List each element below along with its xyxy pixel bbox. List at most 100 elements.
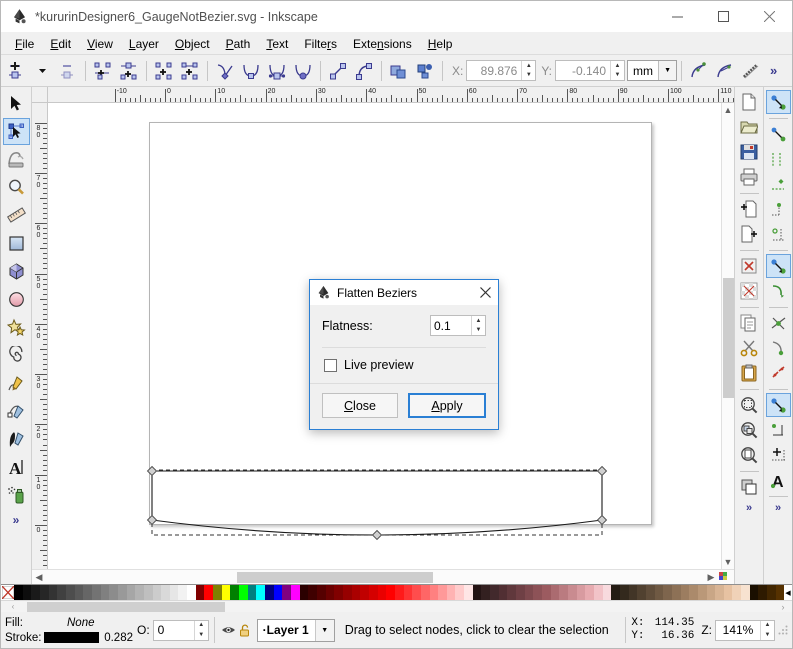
scroll-right-icon[interactable]: ▶ xyxy=(704,570,718,584)
x-spin-up[interactable]: ▲ xyxy=(522,61,535,71)
snap-object-centers-icon[interactable] xyxy=(766,418,791,442)
unlock-icon[interactable] xyxy=(237,623,254,637)
fill-row[interactable]: Fill: None xyxy=(5,615,133,630)
menu-path[interactable]: Path xyxy=(218,35,259,53)
palette-swatch[interactable] xyxy=(723,585,733,601)
opacity-input[interactable] xyxy=(153,620,194,640)
palette-swatch[interactable] xyxy=(360,585,369,601)
opacity-spinner[interactable]: ▲ ▼ xyxy=(193,620,208,640)
stroke-color-swatch[interactable] xyxy=(44,632,100,643)
palette-swatch[interactable] xyxy=(568,585,577,601)
y-spinner[interactable]: ▲ ▼ xyxy=(610,61,625,80)
snap-overflow-button[interactable]: » xyxy=(775,502,781,514)
zoom-drawing-icon[interactable] xyxy=(737,418,762,442)
palette-swatch[interactable] xyxy=(291,585,300,601)
vertical-scrollbar[interactable]: ▲ ▼ xyxy=(721,103,734,569)
palette-swatch[interactable] xyxy=(213,585,222,601)
fill-stroke-indicator[interactable]: Fill: None Stroke: 0.282 xyxy=(5,615,133,645)
new-document-icon[interactable] xyxy=(737,90,762,114)
palette-swatch[interactable] xyxy=(195,585,205,601)
menu-view[interactable]: View xyxy=(79,35,121,53)
palette-swatch[interactable] xyxy=(671,585,681,601)
undo-history-icon[interactable] xyxy=(737,254,762,278)
chevron-down-icon[interactable]: ▼ xyxy=(314,619,334,641)
palette-swatch[interactable] xyxy=(576,585,586,601)
spiral-tool[interactable] xyxy=(3,342,30,369)
palette-swatch[interactable] xyxy=(481,585,491,601)
palette-swatch[interactable] xyxy=(325,585,335,601)
palette-swatch[interactable] xyxy=(628,585,638,601)
maximize-button[interactable] xyxy=(700,1,746,33)
palette-swatch[interactable] xyxy=(256,585,266,601)
palette-swatch[interactable] xyxy=(273,585,283,601)
toolbox-overflow-button[interactable]: » xyxy=(13,513,20,527)
palette-swatch[interactable] xyxy=(126,585,136,601)
palette-swatch[interactable] xyxy=(758,585,768,601)
palette-swatch[interactable] xyxy=(446,585,456,601)
palette-swatch[interactable] xyxy=(230,585,240,601)
zoom-field[interactable]: ▲▼ xyxy=(715,619,775,641)
objects-panel-icon[interactable] xyxy=(737,475,762,499)
ellipse-tool[interactable] xyxy=(3,286,30,313)
enable-snapping-icon[interactable] xyxy=(765,90,791,114)
snap-bbox-corners-icon[interactable] xyxy=(766,172,791,196)
palette-swatch[interactable] xyxy=(394,585,404,601)
palette-swatch[interactable] xyxy=(524,585,534,601)
palette-swatch[interactable] xyxy=(741,585,750,601)
palette-swatch[interactable] xyxy=(645,585,655,601)
menu-file[interactable]: File xyxy=(7,35,42,53)
palette-swatch[interactable] xyxy=(65,585,75,601)
palette-swatch[interactable] xyxy=(455,585,465,601)
menu-object[interactable]: Object xyxy=(167,35,218,53)
flatten-beziers-dialog[interactable]: Flatten Beziers Flatness: ▲▼ Live previe… xyxy=(309,279,499,430)
palette-swatch[interactable] xyxy=(438,585,447,601)
menu-layer[interactable]: Layer xyxy=(121,35,167,53)
node-tool[interactable] xyxy=(2,118,30,145)
palette-scroll-left-icon[interactable]: ‹ xyxy=(1,601,25,613)
palette-swatch[interactable] xyxy=(247,585,257,601)
palette-swatch[interactable] xyxy=(507,585,517,601)
y-spin-up[interactable]: ▲ xyxy=(611,61,624,71)
palette-swatch[interactable] xyxy=(498,585,508,601)
resize-grip[interactable] xyxy=(778,624,790,636)
palette-swatch[interactable] xyxy=(715,585,724,601)
palette-swatch[interactable] xyxy=(516,585,525,601)
tweak-tool[interactable] xyxy=(3,146,30,173)
palette-swatch[interactable] xyxy=(697,585,707,601)
palette-swatch[interactable] xyxy=(706,585,716,601)
object-to-path-icon[interactable] xyxy=(386,58,412,84)
opacity-field[interactable]: ▲▼ xyxy=(152,619,209,641)
snap-paths-icon[interactable] xyxy=(766,279,791,303)
print-document-icon[interactable] xyxy=(737,165,762,189)
snap-text-baseline-icon[interactable]: A xyxy=(766,468,791,492)
zoom-spinner[interactable]: ▲ ▼ xyxy=(760,620,774,640)
cut-scissors-icon[interactable] xyxy=(737,336,762,360)
palette-swatch[interactable] xyxy=(48,585,58,601)
palette-swatch[interactable] xyxy=(351,585,361,601)
snap-cusp-nodes-icon[interactable] xyxy=(766,336,791,360)
star-tool[interactable] xyxy=(3,314,30,341)
snap-smooth-nodes-icon[interactable] xyxy=(766,361,791,385)
palette-swatch[interactable] xyxy=(654,585,664,601)
palette-swatch[interactable] xyxy=(663,585,672,601)
show-path-outline-icon[interactable] xyxy=(738,58,764,84)
palette-swatch[interactable] xyxy=(57,585,66,601)
palette-scroll-right-icon[interactable]: ◀ xyxy=(784,585,792,600)
y-coordinate-input[interactable] xyxy=(556,61,611,80)
snap-rotation-centers-icon[interactable] xyxy=(766,443,791,467)
palette-swatch[interactable] xyxy=(533,585,543,601)
stroke-row[interactable]: Stroke: 0.282 xyxy=(5,630,133,645)
palette-swatch[interactable] xyxy=(100,585,110,601)
palette-swatch[interactable] xyxy=(472,585,482,601)
node-cusp-icon[interactable] xyxy=(212,58,238,84)
menu-extensions[interactable]: Extensions xyxy=(345,35,420,53)
show-transform-handles-icon[interactable] xyxy=(686,58,712,84)
palette-swatch[interactable] xyxy=(637,585,646,601)
palette-swatch[interactable] xyxy=(39,585,49,601)
unit-selector[interactable]: mm ▼ xyxy=(627,60,678,81)
palette-swatch[interactable] xyxy=(299,585,309,601)
toolbar-overflow-button[interactable]: » xyxy=(764,63,783,78)
node-smooth-icon[interactable] xyxy=(238,58,264,84)
horizontal-ruler[interactable]: -10 0 10 20 30 40 50 60 70 80 90 100 110 xyxy=(48,87,734,103)
eye-icon[interactable] xyxy=(220,624,237,636)
